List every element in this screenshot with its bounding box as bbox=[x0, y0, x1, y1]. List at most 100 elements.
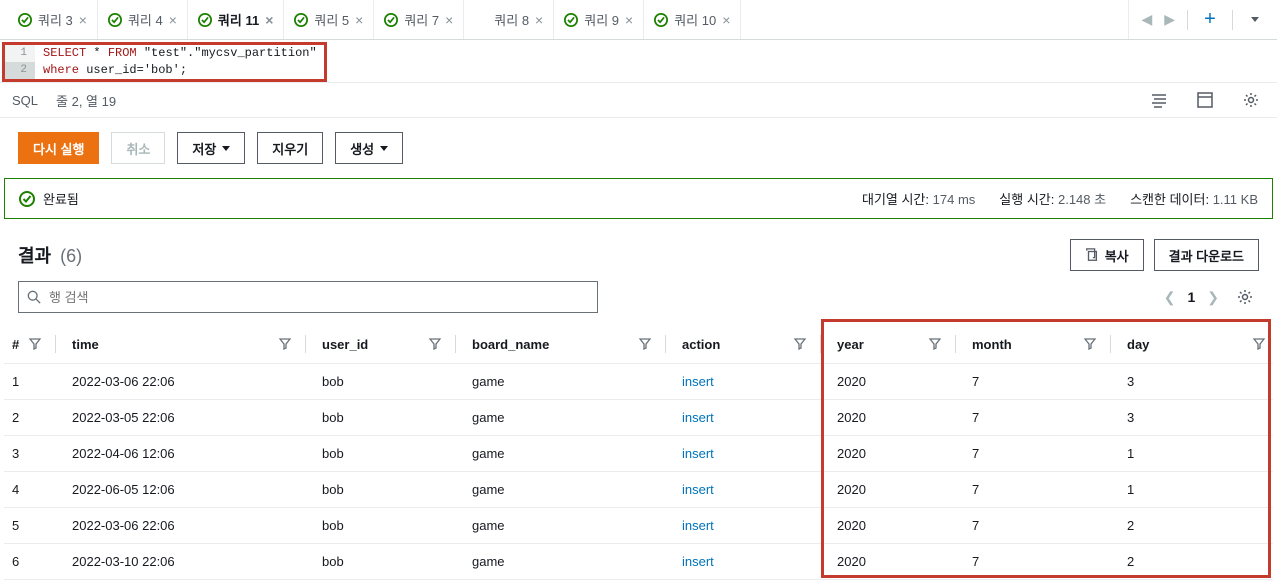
filter-icon[interactable] bbox=[1084, 338, 1096, 350]
tab-label: 쿼리 8 bbox=[494, 10, 529, 29]
column-header[interactable]: month bbox=[964, 325, 1119, 364]
check-circle-icon bbox=[19, 191, 35, 207]
filter-icon[interactable] bbox=[279, 338, 291, 350]
table-cell: 2022-03-10 22:06 bbox=[64, 544, 314, 580]
table-cell: game bbox=[464, 364, 674, 400]
close-tab-icon[interactable]: × bbox=[169, 12, 177, 28]
filter-icon[interactable] bbox=[794, 338, 806, 350]
results-header: 결과 (6) 복사 결과 다운로드 bbox=[0, 219, 1277, 281]
query-tab[interactable]: 쿼리 9 × bbox=[554, 0, 644, 39]
table-cell: 5 bbox=[4, 508, 64, 544]
column-header[interactable]: board_name bbox=[464, 325, 674, 364]
copy-icon bbox=[1085, 248, 1099, 262]
download-results-button[interactable]: 결과 다운로드 bbox=[1154, 239, 1259, 271]
column-header[interactable]: time bbox=[64, 325, 314, 364]
table-cell: 7 bbox=[964, 436, 1119, 472]
tab-menu-button[interactable] bbox=[1241, 6, 1269, 34]
create-button[interactable]: 생성 bbox=[335, 132, 403, 164]
scroll-tabs-left[interactable]: ◀ bbox=[1137, 11, 1156, 28]
tab-label: 쿼리 10 bbox=[674, 10, 716, 29]
query-tab[interactable]: 쿼리 10 × bbox=[644, 0, 741, 39]
close-tab-icon[interactable]: × bbox=[625, 12, 633, 28]
table-cell: 2 bbox=[1119, 544, 1273, 580]
table-row[interactable]: 22022-03-05 22:06bobgameinsert202073 bbox=[4, 400, 1273, 436]
table-cell: 2 bbox=[4, 400, 64, 436]
scroll-tabs-right[interactable]: ▶ bbox=[1160, 11, 1179, 28]
column-header[interactable]: day bbox=[1119, 325, 1273, 364]
plus-icon: + bbox=[1204, 8, 1216, 31]
close-tab-icon[interactable]: × bbox=[722, 12, 730, 28]
completion-status: 완료됨 bbox=[43, 189, 79, 208]
table-cell: 1 bbox=[4, 364, 64, 400]
query-tab[interactable]: 쿼리 7× bbox=[374, 0, 464, 39]
query-tab[interactable]: 쿼리 4 × bbox=[98, 0, 188, 39]
table-cell: 7 bbox=[964, 472, 1119, 508]
caret-down-icon bbox=[380, 146, 388, 151]
save-button[interactable]: 저장 bbox=[177, 132, 245, 164]
table-cell: game bbox=[464, 436, 674, 472]
filter-icon[interactable] bbox=[1253, 338, 1265, 350]
query-tab[interactable]: 쿼리 11 × bbox=[188, 0, 284, 39]
tab-label: 쿼리 11 bbox=[218, 10, 259, 29]
filter-icon[interactable] bbox=[929, 338, 941, 350]
copy-button[interactable]: 복사 bbox=[1070, 239, 1144, 271]
column-header[interactable]: action bbox=[674, 325, 829, 364]
format-button[interactable] bbox=[1145, 86, 1173, 114]
layout-button[interactable] bbox=[1191, 86, 1219, 114]
table-cell: game bbox=[464, 472, 674, 508]
close-tab-icon[interactable]: × bbox=[265, 12, 273, 28]
table-cell: 2 bbox=[1119, 508, 1273, 544]
new-tab-button[interactable]: + bbox=[1196, 6, 1224, 34]
table-cell: 7 bbox=[964, 364, 1119, 400]
filter-icon[interactable] bbox=[29, 338, 41, 350]
tab-label: 쿼리 3 bbox=[38, 10, 73, 29]
query-tab[interactable]: 쿼리 5× bbox=[284, 0, 374, 39]
search-box[interactable] bbox=[18, 281, 598, 313]
table-settings-button[interactable] bbox=[1231, 283, 1259, 311]
table-cell: game bbox=[464, 400, 674, 436]
tab-label: 쿼리 4 bbox=[128, 10, 163, 29]
table-row[interactable]: 32022-04-06 12:06bobgameinsert202071 bbox=[4, 436, 1273, 472]
table-cell: 4 bbox=[4, 472, 64, 508]
query-tab[interactable]: 쿼리 3 × bbox=[8, 0, 98, 39]
table-cell: 2020 bbox=[829, 508, 964, 544]
filter-icon[interactable] bbox=[429, 338, 441, 350]
column-name: action bbox=[682, 337, 720, 352]
close-tab-icon[interactable]: × bbox=[445, 12, 453, 28]
code-line[interactable]: SELECT * FROM "test"."mycsv_partition" bbox=[35, 45, 317, 62]
table-row[interactable]: 42022-06-05 12:06bobgameinsert202071 bbox=[4, 472, 1273, 508]
table-cell: 2022-03-06 22:06 bbox=[64, 508, 314, 544]
next-page[interactable]: ❯ bbox=[1207, 289, 1219, 306]
cancel-button: 취소 bbox=[111, 132, 165, 164]
column-header[interactable]: user_id bbox=[314, 325, 464, 364]
close-tab-icon[interactable]: × bbox=[79, 12, 87, 28]
table-cell: insert bbox=[674, 544, 829, 580]
tab-label: 쿼리 9 bbox=[584, 10, 619, 29]
table-row[interactable]: 52022-03-06 22:06bobgameinsert202072 bbox=[4, 508, 1273, 544]
clear-button[interactable]: 지우기 bbox=[257, 132, 323, 164]
table-row[interactable]: 62022-03-10 22:06bobgameinsert202072 bbox=[4, 544, 1273, 580]
completion-banner: 완료됨 대기열 시간: 174 ms실행 시간: 2.148 초스캔한 데이터:… bbox=[4, 178, 1273, 219]
format-icon bbox=[1151, 92, 1167, 108]
column-name: time bbox=[72, 337, 99, 352]
column-name: day bbox=[1127, 337, 1149, 352]
action-bar: 다시 실행 취소 저장 지우기 생성 bbox=[0, 118, 1277, 178]
run-again-button[interactable]: 다시 실행 bbox=[18, 132, 99, 164]
filter-icon[interactable] bbox=[639, 338, 651, 350]
table-row[interactable]: 12022-03-06 22:06bobgameinsert202073 bbox=[4, 364, 1273, 400]
column-header[interactable]: # bbox=[4, 325, 64, 364]
column-header[interactable]: year bbox=[829, 325, 964, 364]
tabs-list: 쿼리 3×쿼리 4×쿼리 11×쿼리 5×쿼리 7×쿼리 8×쿼리 9×쿼리 1… bbox=[8, 0, 1128, 39]
table-cell: game bbox=[464, 544, 674, 580]
code-line[interactable]: where user_id='bob'; bbox=[35, 62, 187, 79]
sql-editor[interactable]: 1SELECT * FROM "test"."mycsv_partition"2… bbox=[5, 45, 324, 79]
settings-button[interactable] bbox=[1237, 86, 1265, 114]
table-cell: 2020 bbox=[829, 436, 964, 472]
query-tab[interactable]: 쿼리 8 × bbox=[464, 0, 554, 39]
table-cell: bob bbox=[314, 508, 464, 544]
search-input[interactable] bbox=[49, 290, 589, 305]
close-tab-icon[interactable]: × bbox=[535, 12, 543, 28]
prev-page[interactable]: ❮ bbox=[1164, 289, 1176, 306]
pagination: ❮ 1 ❯ bbox=[1164, 289, 1219, 306]
close-tab-icon[interactable]: × bbox=[355, 12, 363, 28]
